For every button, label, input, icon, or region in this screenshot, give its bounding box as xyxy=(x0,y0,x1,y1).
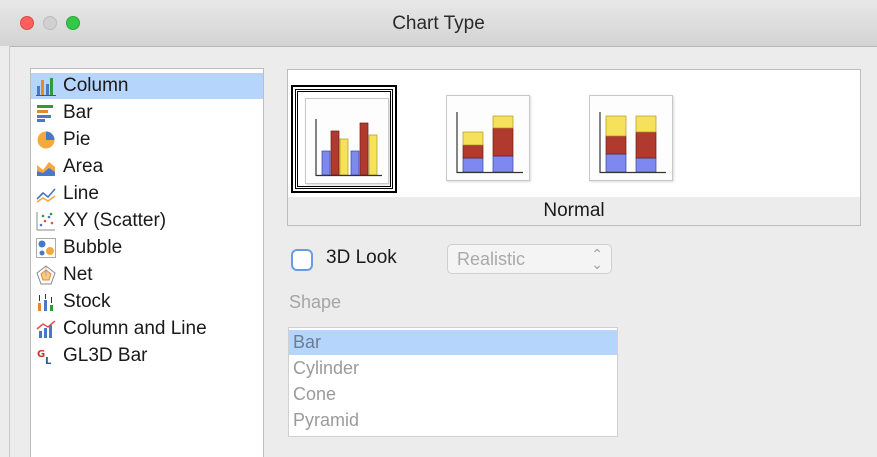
3d-look-checkbox[interactable] xyxy=(291,249,313,271)
variant-stacked[interactable] xyxy=(439,89,537,189)
normal-column-icon xyxy=(305,98,389,184)
pie-chart-icon xyxy=(37,131,55,149)
chart-type-label: Bubble xyxy=(63,237,123,258)
chart-type-label: Column and Line xyxy=(63,318,207,339)
shape-list[interactable]: Bar Cylinder Cone Pyramid xyxy=(288,327,618,437)
shape-option-label: Cylinder xyxy=(293,358,360,378)
chart-type-net[interactable]: Net xyxy=(31,262,263,288)
chart-type-column-and-line[interactable]: Column and Line xyxy=(31,316,263,342)
bubble-chart-icon xyxy=(36,238,56,258)
stock-chart-icon xyxy=(38,294,53,311)
chart-type-list[interactable]: Column Bar Pie Area Line XY (Scatter) Bu… xyxy=(30,68,264,457)
title-bar: Chart Type xyxy=(0,0,877,47)
chart-type-label: Line xyxy=(63,183,99,204)
gl3d-bar-icon: G L xyxy=(37,349,52,366)
chart-variant-panel: Normal xyxy=(287,69,861,226)
chart-type-bar[interactable]: Bar xyxy=(31,100,263,126)
dialog-left-edge xyxy=(0,46,9,457)
shape-label: Shape xyxy=(289,292,342,312)
select-arrows-icon: ⌃ ⌄ xyxy=(591,246,603,272)
chart-type-label: Net xyxy=(63,264,93,285)
chart-type-stock[interactable]: Stock xyxy=(31,289,263,315)
chart-type-label: Column xyxy=(63,75,129,96)
shape-option-cylinder[interactable]: Cylinder xyxy=(289,356,617,381)
dialog-left-divider xyxy=(9,46,10,457)
chart-type-label: Bar xyxy=(63,102,93,123)
shape-option-cone[interactable]: Cone xyxy=(289,382,617,407)
bar-chart-icon xyxy=(37,105,53,122)
percent-stacked-column-icon xyxy=(589,95,673,181)
chart-type-bubble[interactable]: Bubble xyxy=(31,235,263,261)
scatter-chart-icon xyxy=(36,212,55,231)
stacked-column-icon xyxy=(446,95,530,181)
shape-option-label: Pyramid xyxy=(293,410,360,430)
chart-type-label: GL3D Bar xyxy=(63,345,148,366)
chart-type-pie[interactable]: Pie xyxy=(31,127,263,153)
chart-type-label: Area xyxy=(63,156,104,177)
net-chart-icon xyxy=(36,265,56,285)
variant-caption-bar: Normal xyxy=(288,197,860,225)
chart-type-label: Pie xyxy=(63,129,91,150)
svg-text:G: G xyxy=(37,349,45,360)
chart-type-xy-scatter[interactable]: XY (Scatter) xyxy=(31,208,263,234)
chart-type-label: Stock xyxy=(63,291,111,312)
shape-option-label: Cone xyxy=(293,384,337,404)
line-chart-icon xyxy=(36,188,56,203)
shape-option-label: Bar xyxy=(293,332,322,352)
area-chart-icon xyxy=(37,162,55,176)
3d-style-select[interactable]: Realistic ⌃ ⌄ xyxy=(447,244,612,274)
chart-type-area[interactable]: Area xyxy=(31,154,263,180)
svg-text:L: L xyxy=(45,356,52,366)
variant-normal[interactable] xyxy=(291,85,397,193)
variant-percent-stacked[interactable] xyxy=(582,89,680,189)
3d-style-value: Realistic xyxy=(457,249,526,269)
chart-type-gl3d-bar[interactable]: G L GL3D Bar xyxy=(31,343,263,369)
column-line-chart-icon xyxy=(36,320,56,338)
3d-look-label[interactable]: 3D Look xyxy=(326,247,397,269)
window-title: Chart Type xyxy=(392,13,485,34)
chart-type-column[interactable]: Column xyxy=(31,73,263,99)
column-chart-icon xyxy=(36,78,56,96)
variant-caption: Normal xyxy=(543,200,605,221)
chart-type-line[interactable]: Line xyxy=(31,181,263,207)
shape-option-bar[interactable]: Bar xyxy=(289,330,617,355)
chart-type-label: XY (Scatter) xyxy=(63,210,167,231)
shape-option-pyramid[interactable]: Pyramid xyxy=(289,408,617,433)
